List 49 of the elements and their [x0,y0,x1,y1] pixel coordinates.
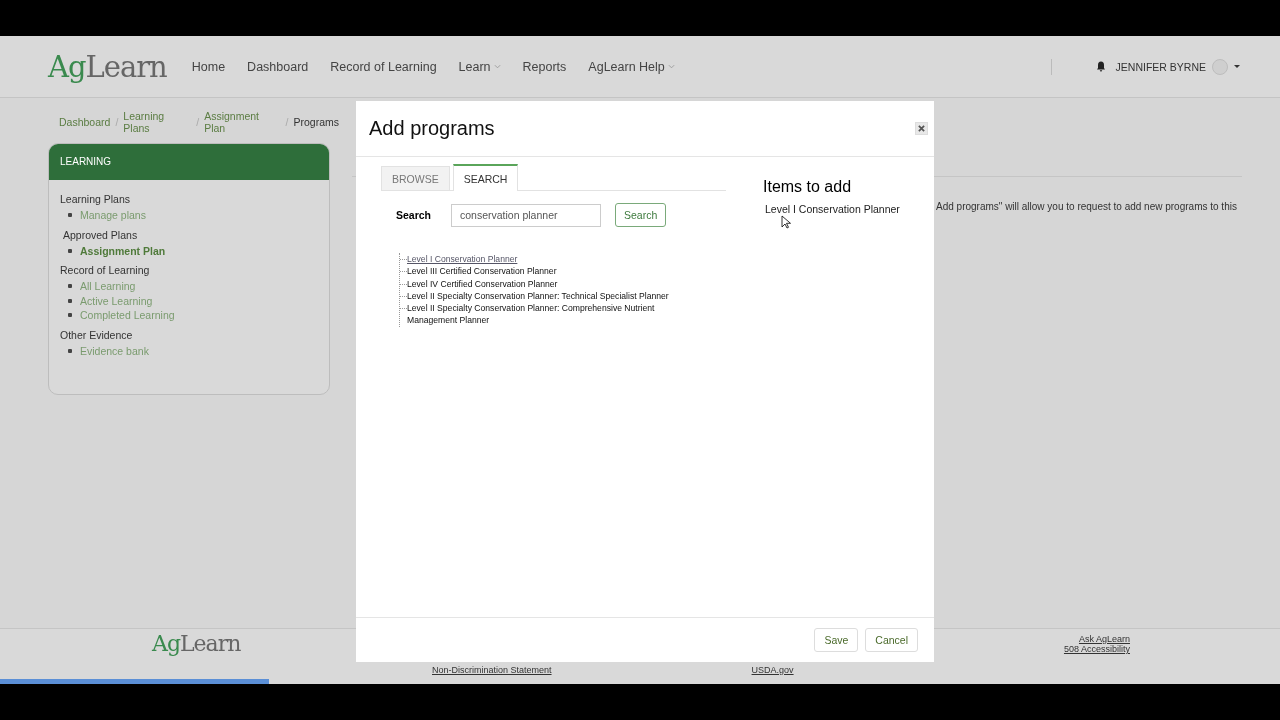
sidebar-header: LEARNING [49,144,329,180]
breadcrumb-separator: / [196,115,200,128]
caret-icon[interactable] [1234,65,1240,68]
cursor-icon [781,215,791,229]
cancel-button[interactable]: Cancel [865,628,918,652]
items-title: Items to add [763,178,853,196]
result-item[interactable]: Level I Conservation Planner [407,253,697,266]
search-label: Search [396,209,433,221]
footer-link[interactable]: 508 Accessibility [1063,644,1130,654]
breadcrumb-current: Programs [293,115,339,128]
bullet-icon [68,213,72,218]
nav-link[interactable]: Dashboard [236,59,320,74]
footer-link[interactable]: Non-Discrimination Statement [432,665,552,675]
save-button[interactable]: Save [814,628,859,652]
nav-link[interactable]: Learn [447,59,512,74]
footer-link[interactable]: USDA.gov [751,665,794,675]
sidebar-heading: Record of Learning [60,264,151,276]
tab[interactable]: SEARCH [452,164,519,191]
aglearn-logo[interactable]: AgLearn [48,49,167,84]
dialog-title: Add programs [369,117,495,140]
search-button[interactable]: Search [615,203,667,227]
tab[interactable]: BROWSE [381,166,450,190]
bullet-icon [68,313,72,318]
bullet-icon [68,248,72,253]
bullet-icon [68,284,72,289]
result-item[interactable]: Level II Specialty Conservation Planner: Comprehensive Nutrient Management Planner [407,302,697,327]
nav-link[interactable]: Record of Learning [319,59,448,74]
sidebar-heading: Learning Plans [60,193,132,205]
close-icon [918,125,925,132]
close-button[interactable] [915,122,928,135]
description-text: Add programs" will allow you to request to add new programs to this [936,201,1238,212]
user-name[interactable]: JENNIFER BYRNE [1115,60,1206,73]
bullet-icon [68,348,72,353]
breadcrumb-separator: / [285,115,289,128]
bell-icon[interactable] [1095,61,1106,72]
sidebar-item[interactable]: Assignment Plan [80,244,166,257]
breadcrumb-separator: / [115,115,119,128]
search-field[interactable]: conservation planner [451,203,601,227]
result-item[interactable]: Level II Specialty Conservation Planner: Technical Specialist Planner [407,289,697,303]
nav-link[interactable]: Reports [511,59,578,74]
added-item: Level I Conservation Planner [765,203,901,215]
footer-link[interactable]: Ask AgLearn [1078,634,1130,644]
sidebar-heading: Approved Plans [62,228,139,241]
nav-link[interactable]: Home [180,59,237,74]
bullet-icon [68,298,72,303]
nav-link[interactable]: AgLearn Help [577,59,686,74]
sidebar-heading: Other Evidence [60,328,134,341]
result-item[interactable]: Level III Certified Conservation Planner [407,265,697,278]
result-item[interactable]: Level IV Certified Conservation Planner [407,277,697,290]
